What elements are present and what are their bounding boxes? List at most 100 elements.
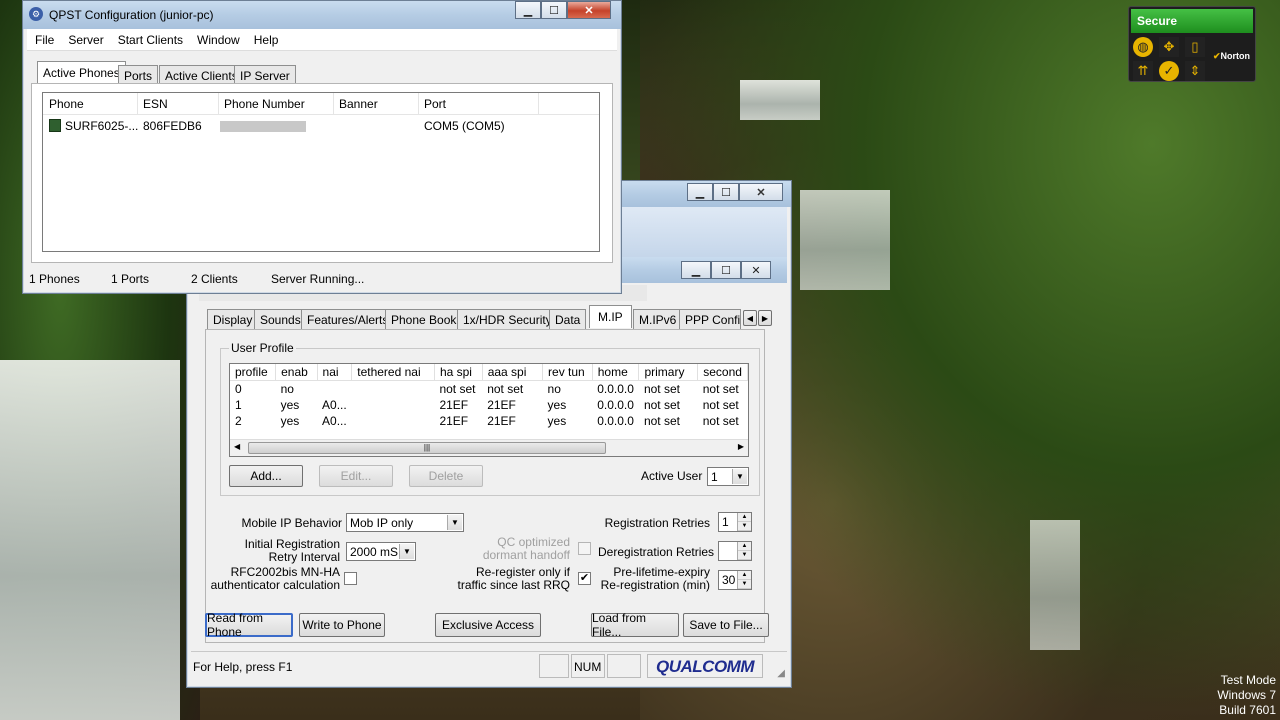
- qpst-app-icon: ⚙: [29, 7, 43, 21]
- tab-data[interactable]: Data: [549, 309, 587, 330]
- check-icon[interactable]: ✓: [1159, 61, 1179, 81]
- scroll-thumb[interactable]: |||: [248, 442, 606, 454]
- upload-icon[interactable]: ⇈: [1133, 61, 1153, 81]
- col-header-7[interactable]: home: [592, 364, 640, 381]
- scroll-right-icon[interactable]: ▶: [738, 442, 744, 451]
- profile-cell: 0.0.0.0: [597, 397, 634, 412]
- profile-cell: 21EF: [439, 413, 469, 428]
- norton-brand: Norton: [1220, 51, 1251, 61]
- deregistration-retries-spinner[interactable]: ▲ ▼: [718, 541, 752, 561]
- col-header-0[interactable]: profile: [230, 364, 277, 381]
- active-user-label: Active User: [641, 469, 703, 483]
- col-port[interactable]: Port: [424, 97, 446, 111]
- profile-cell: [317, 381, 352, 397]
- tab-phone-book[interactable]: Phone Book: [385, 309, 463, 330]
- tab-mip[interactable]: M.IP: [589, 305, 632, 328]
- spinner-arrows[interactable]: ▲ ▼: [737, 542, 751, 560]
- initial-registration-select[interactable]: 2000 mS ▼: [346, 542, 416, 561]
- profile-list[interactable]: profile enab nai tethered nai ha spi aaa spi r…: [229, 363, 749, 457]
- qpst-configuration-window[interactable]: ⚙ QPST Configuration (junior-pc) ▁ ☐ ✕ F…: [22, 0, 622, 294]
- menu-window[interactable]: Window: [197, 33, 240, 47]
- globe-icon[interactable]: ◍: [1133, 37, 1153, 57]
- load-from-file-button[interactable]: Load from File...: [591, 611, 679, 639]
- menu-help[interactable]: Help: [254, 33, 279, 47]
- col-phone[interactable]: Phone: [49, 97, 84, 111]
- tab-scroll-left[interactable]: ◀: [743, 310, 757, 326]
- edit-profile-button[interactable]: Edit...: [319, 465, 393, 487]
- col-header-5[interactable]: aaa spi: [482, 364, 544, 381]
- resize-grip-icon[interactable]: ◢: [777, 668, 785, 679]
- phone-icon[interactable]: ▯: [1185, 37, 1205, 57]
- col-esn[interactable]: ESN: [143, 97, 168, 111]
- close-button[interactable]: ✕: [739, 183, 783, 201]
- network-icon[interactable]: ✥: [1159, 37, 1179, 57]
- col-header-9[interactable]: second: [697, 364, 748, 381]
- menu-start-clients[interactable]: Start Clients: [118, 33, 183, 47]
- norton-gadget[interactable]: Secure ◍ ✥ ▯ ⇈ ✓ ⇕ ✔Norton: [1128, 6, 1256, 82]
- chevron-down-icon: ▼: [732, 469, 747, 484]
- reregister-checkbox[interactable]: ✔: [578, 572, 591, 585]
- rfc2002bis-checkbox[interactable]: [344, 572, 357, 585]
- scroll-left-icon[interactable]: ◀: [234, 442, 240, 451]
- pre-lifetime-value: 30: [722, 573, 736, 587]
- pre-lifetime-label-line2: Re-registration (min): [600, 578, 710, 592]
- sort-arrows-icon[interactable]: ⇕: [1185, 61, 1205, 81]
- profile-cell: not set: [487, 381, 524, 396]
- tab-scroll-right[interactable]: ▶: [758, 310, 772, 326]
- minimize-button[interactable]: ▁: [515, 1, 541, 19]
- inner-close-button[interactable]: ✕: [741, 261, 771, 279]
- spinner-arrows[interactable]: ▲ ▼: [737, 571, 751, 589]
- menu-server[interactable]: Server: [68, 33, 103, 47]
- profile-cell: 2: [235, 413, 242, 428]
- service-status-bar: For Help, press F1 NUM QUALCOMM ◢: [191, 651, 787, 681]
- maximize-button[interactable]: ☐: [713, 183, 739, 201]
- profile-cell: not set: [643, 397, 680, 412]
- tab-active-phones[interactable]: Active Phones: [37, 61, 126, 84]
- col-header-6[interactable]: rev tun: [542, 364, 593, 381]
- profile-cell: 1: [235, 397, 242, 412]
- qc-optimized-label-line1: QC optimized: [497, 535, 570, 549]
- read-from-phone-button[interactable]: Read from Phone: [205, 611, 293, 639]
- tab-security[interactable]: 1x/HDR Security: [457, 309, 558, 330]
- col-header-3[interactable]: tethered nai: [351, 364, 435, 381]
- phone-device-icon: [49, 119, 61, 132]
- mobile-ip-behavior-select[interactable]: Mob IP only ▼: [346, 513, 464, 532]
- menu-file[interactable]: File: [35, 33, 54, 47]
- tab-sounds[interactable]: Sounds: [254, 309, 307, 330]
- active-user-select[interactable]: 1 ▼: [707, 467, 749, 486]
- phones-list-header: Phone ESN Phone Number Banner Port: [43, 93, 599, 115]
- phones-list[interactable]: Phone ESN Phone Number Banner Port SURF6…: [42, 92, 600, 252]
- pre-lifetime-spinner[interactable]: 30 ▲ ▼: [718, 570, 752, 590]
- spinner-arrows[interactable]: ▲ ▼: [737, 513, 751, 531]
- col-header-4[interactable]: ha spi: [434, 364, 483, 381]
- col-phone-number[interactable]: Phone Number: [224, 97, 305, 111]
- tab-features-alerts[interactable]: Features/Alerts: [301, 309, 395, 330]
- write-to-phone-button[interactable]: Write to Phone: [299, 613, 385, 637]
- save-to-file-button[interactable]: Save to File...: [683, 613, 769, 637]
- table-row[interactable]: 1 yes A0... 21EF 21EF yes 0.0.0.0 not set not se…: [230, 397, 748, 413]
- close-button[interactable]: ✕: [567, 1, 611, 19]
- table-row[interactable]: 0 no not set not set no 0.0.0.0 not set not set: [230, 381, 748, 397]
- test-mode-watermark: Test Mode Windows 7 Build 7601: [1217, 673, 1276, 718]
- add-profile-button[interactable]: Add...: [229, 465, 303, 487]
- inner-minimize-button[interactable]: ▁: [681, 261, 711, 279]
- tab-ppp-config[interactable]: PPP Config: [679, 309, 741, 330]
- col-divider: [418, 93, 419, 115]
- table-row[interactable]: 2 yes A0... 21EF 21EF yes 0.0.0.0 not set not se…: [230, 413, 748, 429]
- registration-retries-spinner[interactable]: 1 ▲ ▼: [718, 512, 752, 532]
- col-header-1[interactable]: enab: [275, 364, 318, 381]
- initial-registration-label: Initial Registration Retry Interval: [226, 538, 340, 564]
- profile-hscrollbar[interactable]: ◀ ||| ▶: [230, 439, 748, 456]
- col-header-2[interactable]: nai: [317, 364, 353, 381]
- delete-profile-button[interactable]: Delete: [409, 465, 483, 487]
- col-header-8[interactable]: primary: [638, 364, 699, 381]
- tab-display[interactable]: Display: [207, 309, 259, 330]
- exclusive-access-button[interactable]: Exclusive Access: [435, 613, 541, 637]
- tab-mipv6[interactable]: M.IPv6: [633, 309, 683, 330]
- col-banner[interactable]: Banner: [339, 97, 378, 111]
- minimize-button[interactable]: ▁: [687, 183, 713, 201]
- table-row[interactable]: SURF6025-... 806FEDB6 COM5 (COM5): [43, 117, 599, 135]
- maximize-button[interactable]: ☐: [541, 1, 567, 19]
- qc-optimized-checkbox[interactable]: [578, 542, 591, 555]
- inner-maximize-button[interactable]: ☐: [711, 261, 741, 279]
